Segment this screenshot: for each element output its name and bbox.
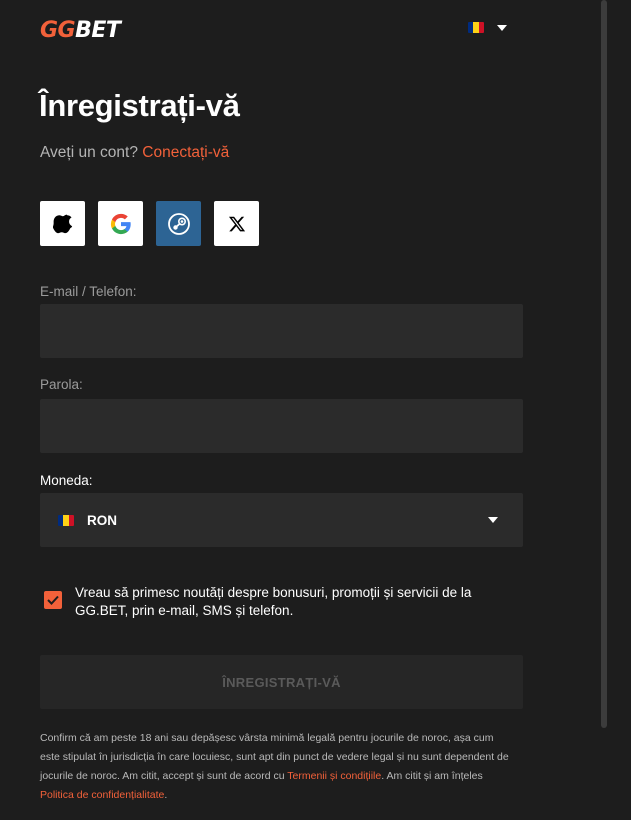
login-prompt: Aveți un cont? Conectați-vă <box>40 144 229 162</box>
legal-disclaimer: Confirm că am peste 18 ani sau depășesc … <box>40 729 510 805</box>
logo-bet: BET <box>75 18 121 43</box>
currency-label: Moneda: <box>40 473 93 488</box>
apple-login-button[interactable] <box>40 201 85 246</box>
currency-value: RON <box>87 512 117 528</box>
currency-select[interactable]: RON <box>40 493 523 547</box>
page-title: Înregistrați-vă <box>39 88 240 123</box>
social-login-group <box>40 201 259 246</box>
legal-text-2: . Am citit și am înțeles <box>381 770 483 782</box>
apple-icon <box>52 214 72 233</box>
privacy-link[interactable]: Politica de confidențialitate <box>40 789 164 801</box>
google-icon <box>110 213 131 234</box>
romania-flag-icon <box>468 22 484 33</box>
password-field[interactable] <box>40 399 523 453</box>
x-icon <box>228 216 245 231</box>
x-login-button[interactable] <box>214 201 259 246</box>
legal-text-3: . <box>164 789 168 801</box>
email-label: E-mail / Telefon: <box>40 284 137 299</box>
checkmark-icon <box>47 595 59 605</box>
ggbet-logo[interactable]: GGBET <box>40 18 121 43</box>
terms-link[interactable]: Termenii și condițiile <box>287 770 381 782</box>
newsletter-checkbox[interactable] <box>44 591 62 609</box>
login-link[interactable]: Conectați-vă <box>142 144 229 161</box>
romania-flag-icon <box>58 514 74 526</box>
google-login-button[interactable] <box>98 201 143 246</box>
newsletter-label: Vreau să primesc noutăți despre bonusuri… <box>75 585 472 618</box>
register-button[interactable]: ÎNREGISTRAȚI-VĂ <box>40 655 523 709</box>
steam-icon <box>167 212 190 235</box>
email-field[interactable] <box>40 304 523 358</box>
chevron-down-icon <box>497 24 507 31</box>
steam-login-button[interactable] <box>156 201 201 246</box>
language-selector[interactable] <box>468 22 507 33</box>
logo-gg: GG <box>40 18 76 43</box>
scrollbar[interactable] <box>601 0 607 728</box>
chevron-down-icon <box>488 517 498 523</box>
login-prompt-text: Aveți un cont? <box>40 144 138 161</box>
password-label: Parola: <box>40 377 83 392</box>
